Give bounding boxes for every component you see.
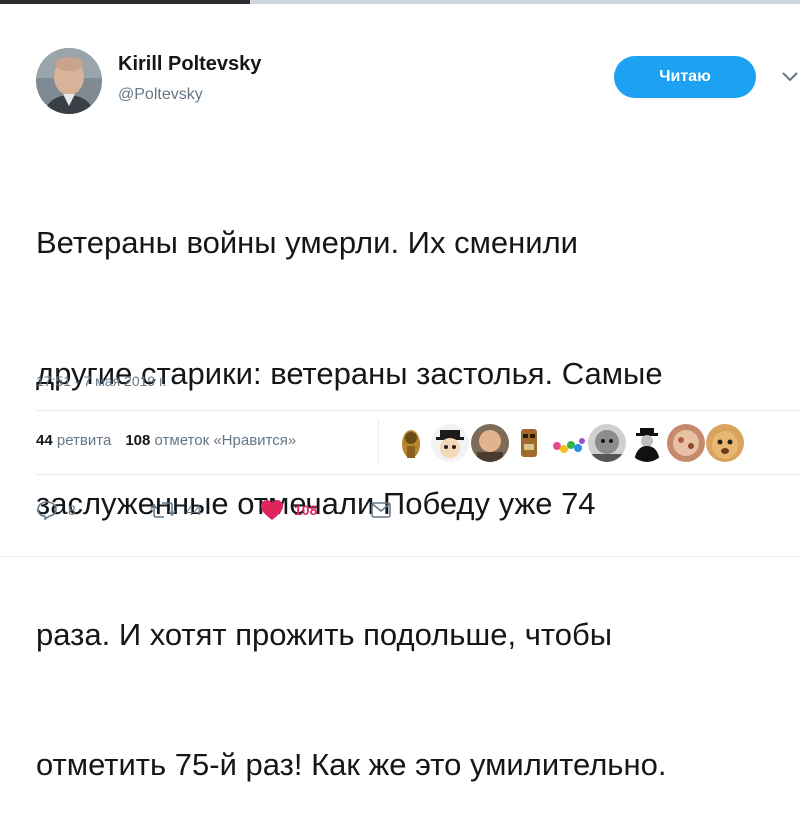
top-edge-light: [250, 0, 800, 4]
likes-label: отметок «Нравится»: [154, 432, 297, 449]
caret-down-icon[interactable]: [780, 70, 800, 84]
tweet-stats: 44 ретвита 108 отметок «Нравится»: [36, 432, 296, 449]
liker-avatar[interactable]: [549, 424, 587, 462]
author-handle[interactable]: @Poltevsky: [118, 86, 203, 104]
retweet-count: 44: [186, 502, 202, 518]
tweet-text-line: Ветераны войны умерли. Их сменили: [36, 225, 578, 260]
top-edge: [0, 0, 800, 6]
tweet-text-line: раза. И хотят прожить подольше, чтобы: [36, 616, 612, 652]
liker-avatar[interactable]: [667, 424, 705, 462]
liker-avatar[interactable]: [588, 424, 626, 462]
heart-icon: [260, 499, 284, 521]
divider: [36, 474, 800, 475]
retweets-stat[interactable]: 44 ретвита: [36, 432, 111, 449]
liker-avatar[interactable]: [392, 424, 430, 462]
reply-button[interactable]: 8: [36, 498, 76, 522]
following-button[interactable]: Читаю: [614, 56, 756, 98]
tweet-text: Ветераны войны умерли. Их сменили другие…: [36, 134, 800, 830]
liker-avatar[interactable]: [628, 424, 666, 462]
tweet-text-line: отметить 75-й раз! Как же это умилительн…: [36, 747, 667, 782]
likes-count: 108: [125, 432, 151, 449]
message-icon: [370, 500, 392, 520]
bottom-divider: [0, 556, 800, 557]
reply-icon: [36, 499, 58, 521]
direct-message-button[interactable]: [370, 498, 392, 522]
likes-stat[interactable]: 108 отметок «Нравится»: [125, 432, 296, 449]
author-name[interactable]: Kirill Poltevsky: [118, 53, 261, 76]
liker-avatar[interactable]: [706, 424, 744, 462]
liker-avatar[interactable]: [471, 424, 509, 462]
tweet-timestamp[interactable]: 17:51 - 7 мая 2019 г.: [36, 373, 166, 389]
retweet-icon: [150, 499, 176, 521]
liker-avatar[interactable]: [510, 424, 548, 462]
like-button[interactable]: 108: [260, 498, 317, 522]
like-count: 108: [294, 502, 318, 518]
author-avatar[interactable]: [36, 48, 102, 114]
liker-avatar[interactable]: [431, 424, 469, 462]
divider: [36, 410, 800, 411]
retweet-button[interactable]: 44: [150, 498, 202, 522]
stats-separator: [378, 420, 379, 466]
retweets-label: ретвита: [56, 432, 112, 449]
retweets-count: 44: [36, 432, 53, 449]
reply-count: 8: [68, 502, 76, 518]
